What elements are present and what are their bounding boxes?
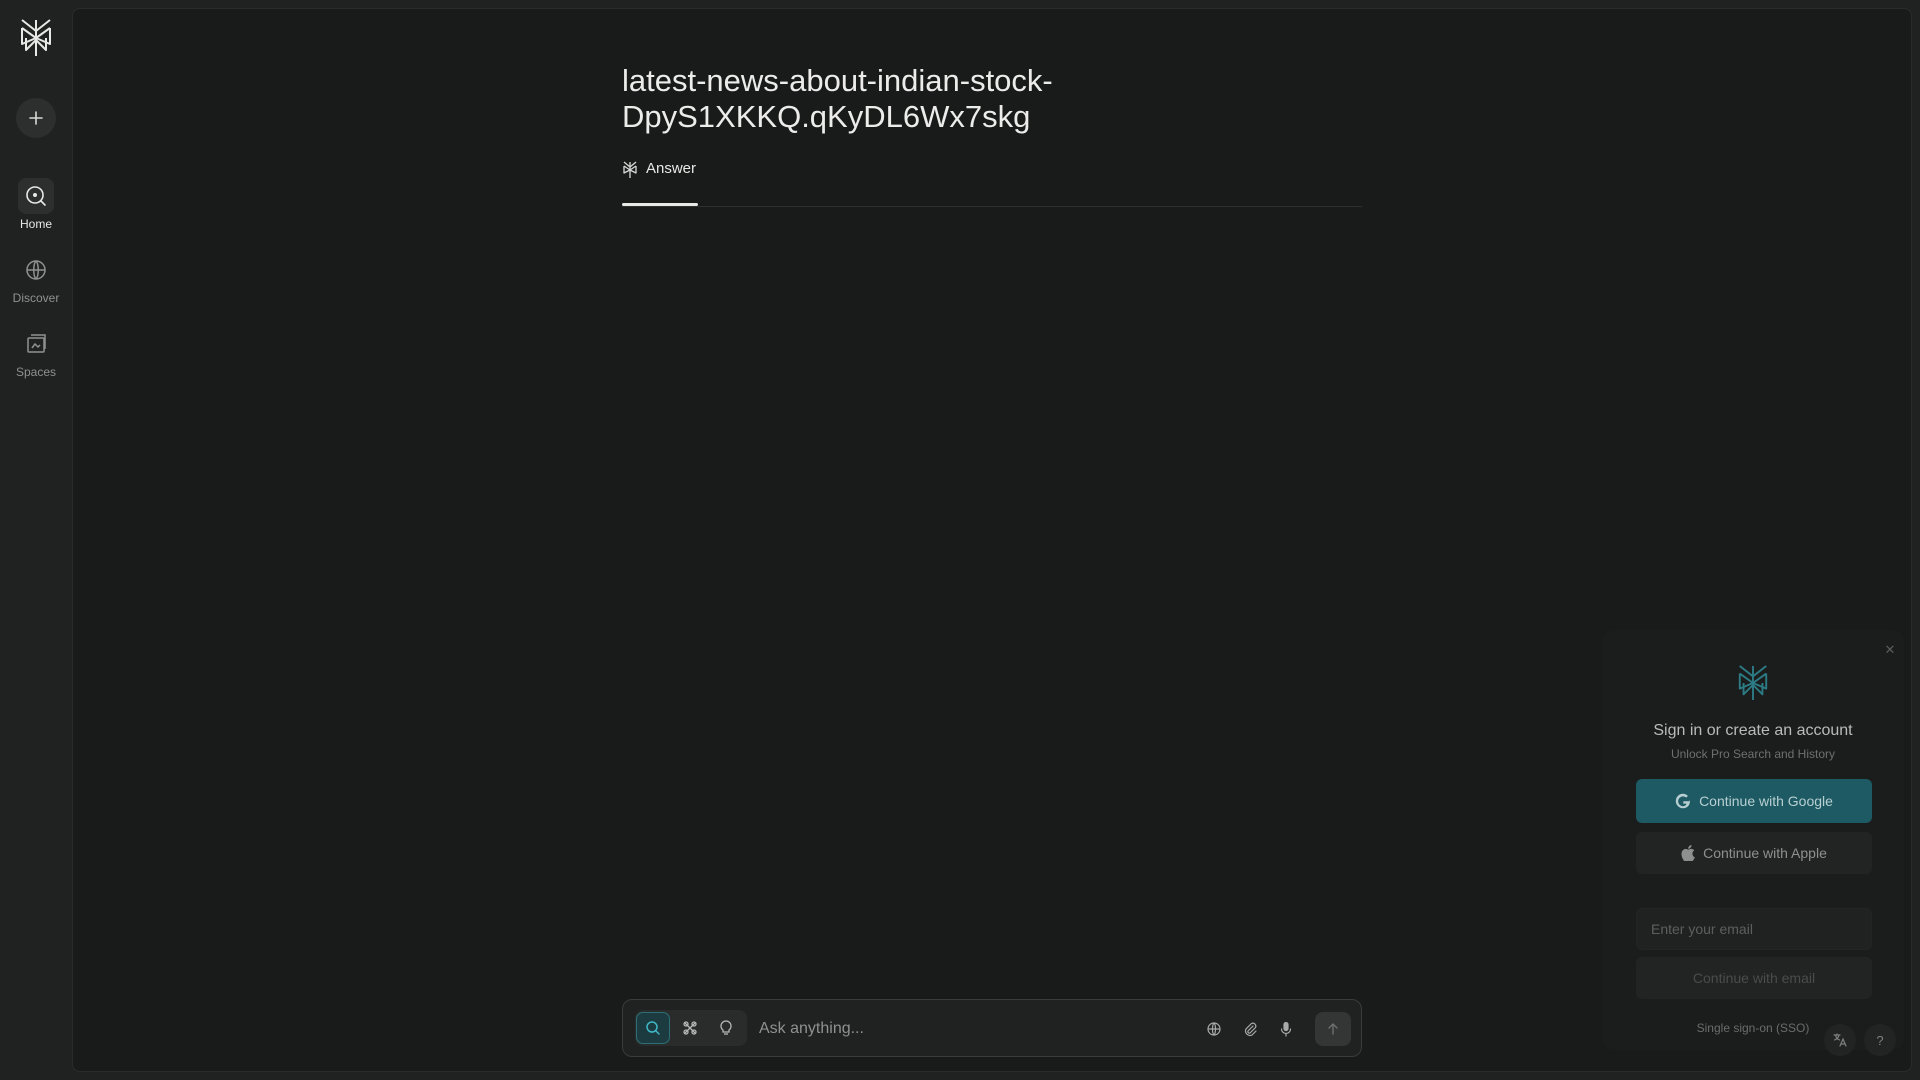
voice-button[interactable]: [1271, 1014, 1301, 1044]
mode-selector: [635, 1010, 747, 1046]
google-icon: [1675, 793, 1690, 809]
sso-link[interactable]: Single sign-on (SSO): [1602, 1021, 1904, 1035]
help-label: ?: [1876, 1032, 1884, 1048]
sidebar-item-label: Home: [19, 217, 52, 231]
microphone-icon: [1280, 1021, 1292, 1037]
submit-button[interactable]: [1315, 1012, 1351, 1046]
paperclip-icon: [1244, 1022, 1257, 1037]
sidebar-item-spaces[interactable]: Spaces: [0, 326, 72, 379]
spaces-icon: [27, 334, 46, 353]
tab-answer[interactable]: Answer: [622, 159, 698, 207]
signin-title: Sign in or create an account: [1653, 722, 1853, 739]
page-title: latest-news-about-indian-stock-DpyS1XKKQ…: [622, 63, 1053, 134]
new-thread-button[interactable]: [16, 98, 56, 138]
help-button[interactable]: ?: [1864, 1024, 1896, 1056]
perplexity-small-icon: [623, 161, 637, 178]
mode-research-button[interactable]: [673, 1012, 707, 1044]
sidebar-item-label: Spaces: [15, 365, 57, 379]
apple-button-label: Continue with Apple: [1703, 845, 1827, 861]
close-icon[interactable]: ✕: [1882, 642, 1898, 658]
ask-input[interactable]: [759, 1014, 1179, 1044]
lightbulb-icon: [720, 1020, 732, 1035]
continue-with-apple-button[interactable]: Continue with Apple: [1636, 832, 1872, 874]
tab-answer-label: Answer: [646, 160, 697, 177]
apple-icon: [1681, 845, 1695, 861]
sidebar: Home Discover Spaces: [0, 0, 72, 1080]
search-icon: [646, 1021, 660, 1035]
sidebar-item-discover[interactable]: Discover: [0, 252, 72, 305]
perplexity-logo-icon[interactable]: [18, 18, 54, 58]
attach-button[interactable]: [1235, 1014, 1265, 1044]
mode-labs-button[interactable]: [709, 1012, 743, 1044]
globe-icon: [1207, 1022, 1221, 1036]
sources-button[interactable]: [1199, 1014, 1229, 1044]
research-icon: [683, 1021, 697, 1035]
perplexity-logo-icon: [1738, 665, 1768, 700]
ask-bar: [622, 999, 1362, 1057]
signin-panel: ✕ Sign in or create an account Unlock Pr…: [1602, 630, 1904, 1050]
mode-search-button[interactable]: [636, 1012, 670, 1044]
language-button[interactable]: [1824, 1024, 1856, 1056]
sidebar-item-label: Discover: [12, 291, 60, 305]
signin-subtitle: Unlock Pro Search and History: [1670, 747, 1836, 761]
globe-icon: [26, 260, 46, 280]
sidebar-item-home[interactable]: Home: [0, 178, 72, 231]
translate-icon: [1833, 1033, 1847, 1047]
arrow-up-icon: [1328, 1023, 1338, 1035]
tab-bar: Answer: [622, 159, 1362, 207]
active-tab-indicator: [622, 203, 698, 206]
continue-with-google-button[interactable]: Continue with Google: [1636, 779, 1872, 823]
continue-with-email-button[interactable]: Continue with email: [1636, 957, 1872, 999]
email-field[interactable]: [1636, 908, 1872, 950]
google-button-label: Continue with Google: [1699, 793, 1833, 809]
plus-icon: [29, 111, 43, 125]
search-circle-icon: [26, 186, 46, 206]
